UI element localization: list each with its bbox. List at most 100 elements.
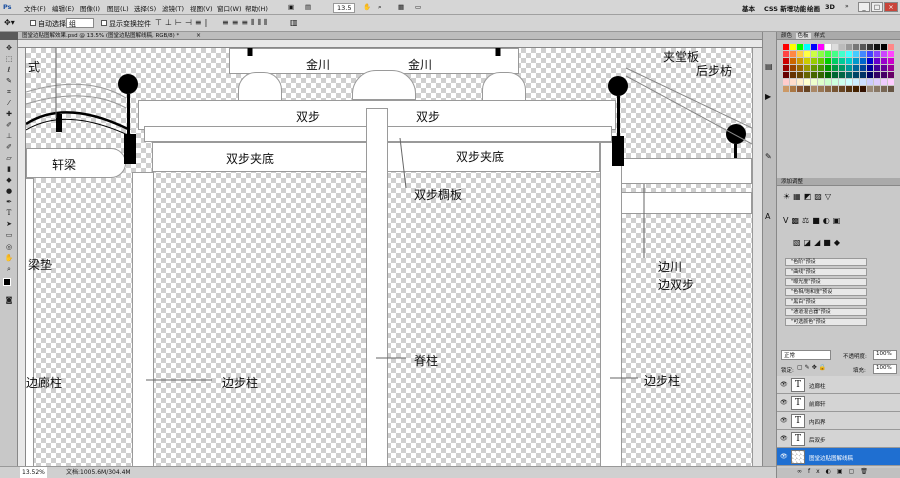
menu-file[interactable]: 文件(F) bbox=[24, 3, 46, 13]
path-select-icon[interactable]: ➤ bbox=[4, 220, 14, 228]
workspace-3d[interactable]: 3D bbox=[825, 3, 835, 11]
swatch[interactable] bbox=[874, 65, 880, 71]
swatch[interactable] bbox=[853, 51, 859, 57]
layer-name[interactable]: 边廊柱 bbox=[809, 382, 826, 390]
swatch[interactable] bbox=[811, 79, 817, 85]
layer-item[interactable]: 👁 T 内四界 bbox=[777, 412, 900, 430]
adjust-row-3-icons[interactable]: ▧◪◢■◆ bbox=[793, 238, 843, 247]
layer-item-selected[interactable]: 👁 图堂边贴图解线稿 bbox=[777, 448, 900, 466]
swatch[interactable] bbox=[825, 79, 831, 85]
swatch[interactable] bbox=[853, 72, 859, 78]
swatch[interactable] bbox=[832, 72, 838, 78]
swatch[interactable] bbox=[846, 44, 852, 50]
swatch[interactable] bbox=[832, 65, 838, 71]
swatch[interactable] bbox=[867, 51, 873, 57]
3d-rotate-icon[interactable]: ◎ bbox=[4, 243, 14, 251]
move-tool-icon[interactable]: ✥▾ bbox=[4, 18, 15, 27]
align-icons[interactable]: ⊤⊥⊢⊣≡| bbox=[155, 18, 210, 27]
character-panel-icon[interactable]: A bbox=[765, 212, 770, 221]
workspace-essentials[interactable]: 基本 bbox=[742, 3, 755, 13]
dodge-tool-icon[interactable]: ● bbox=[4, 187, 14, 195]
swatch[interactable] bbox=[853, 44, 859, 50]
swatch[interactable] bbox=[832, 86, 838, 92]
status-zoom[interactable]: 13.52% bbox=[20, 467, 47, 478]
menu-image[interactable]: 图像(I) bbox=[80, 3, 100, 13]
swatch[interactable] bbox=[818, 72, 824, 78]
pen-tool-icon[interactable]: ✒ bbox=[4, 198, 14, 206]
swatch[interactable] bbox=[888, 58, 894, 64]
document-tab[interactable]: 图堂边贴图解效果.psd @ 13.5% (图堂边贴图解线稿, RGB/8) * bbox=[18, 32, 776, 40]
swatch[interactable] bbox=[783, 72, 789, 78]
swatch[interactable] bbox=[818, 65, 824, 71]
menu-window[interactable]: 窗口(W) bbox=[217, 3, 242, 13]
swatch[interactable] bbox=[811, 72, 817, 78]
swatch[interactable] bbox=[790, 72, 796, 78]
eye-icon[interactable]: 👁 bbox=[780, 417, 788, 424]
swatch[interactable] bbox=[783, 51, 789, 57]
swatch[interactable] bbox=[839, 72, 845, 78]
swatch[interactable] bbox=[888, 65, 894, 71]
swatch[interactable] bbox=[888, 44, 894, 50]
swatch[interactable] bbox=[881, 86, 887, 92]
swatch[interactable] bbox=[881, 79, 887, 85]
swatch[interactable] bbox=[867, 65, 873, 71]
swatch[interactable] bbox=[804, 58, 810, 64]
swatch[interactable] bbox=[839, 58, 845, 64]
swatch[interactable] bbox=[867, 44, 873, 50]
swatch[interactable] bbox=[839, 51, 845, 57]
autoselect-checkbox[interactable] bbox=[30, 20, 36, 26]
launch-bridge-icon[interactable]: ▣ bbox=[288, 3, 294, 11]
swatch[interactable] bbox=[811, 65, 817, 71]
layer-item[interactable]: 👁 T 前廊轩 bbox=[777, 394, 900, 412]
layer-name[interactable]: 后双步 bbox=[809, 436, 826, 444]
brush-panel-icon[interactable]: ✎ bbox=[765, 152, 772, 161]
menu-view[interactable]: 视图(V) bbox=[190, 3, 213, 13]
swatch[interactable] bbox=[874, 44, 880, 50]
workspace-css[interactable]: CSS 新增功能 bbox=[764, 3, 806, 13]
swatch[interactable] bbox=[825, 65, 831, 71]
fill-input[interactable]: 100% bbox=[873, 364, 897, 374]
swatch[interactable] bbox=[783, 86, 789, 92]
clone-stamp-icon[interactable]: ⊥ bbox=[4, 132, 14, 140]
swatch[interactable] bbox=[811, 51, 817, 57]
swatch[interactable] bbox=[811, 86, 817, 92]
swatch[interactable] bbox=[811, 44, 817, 50]
menu-layer[interactable]: 图层(L) bbox=[107, 3, 129, 13]
tab-color[interactable]: 颜色 bbox=[781, 33, 792, 39]
swatch[interactable] bbox=[860, 58, 866, 64]
swatch[interactable] bbox=[860, 65, 866, 71]
swatch[interactable] bbox=[874, 86, 880, 92]
preset-exposure[interactable]: "曝光度"预设 bbox=[785, 278, 867, 286]
swatch[interactable] bbox=[783, 58, 789, 64]
swatch[interactable] bbox=[874, 72, 880, 78]
tab-styles[interactable]: 样式 bbox=[814, 33, 825, 39]
mini-bridge-icon[interactable]: ▤ bbox=[305, 3, 311, 11]
swatch[interactable] bbox=[860, 51, 866, 57]
swatch[interactable] bbox=[881, 58, 887, 64]
swatch[interactable] bbox=[846, 86, 852, 92]
lock-icons[interactable]: ▢✎✥🔒 bbox=[797, 364, 828, 371]
eye-icon[interactable]: 👁 bbox=[780, 453, 788, 460]
adjust-row-2-icons[interactable]: V▩⚖■◐▣ bbox=[783, 216, 843, 225]
swatch[interactable] bbox=[839, 79, 845, 85]
swatch[interactable] bbox=[783, 65, 789, 71]
quick-mask-icon[interactable]: ◙ bbox=[4, 296, 14, 304]
swatch[interactable] bbox=[853, 65, 859, 71]
swatch[interactable] bbox=[797, 79, 803, 85]
swatch[interactable] bbox=[825, 72, 831, 78]
layer-item[interactable]: 👁 T 边廊柱 bbox=[777, 376, 900, 394]
swatch[interactable] bbox=[825, 44, 831, 50]
workspace-painting[interactable]: 绘画 bbox=[807, 3, 820, 13]
swatch[interactable] bbox=[790, 58, 796, 64]
swatch[interactable] bbox=[804, 65, 810, 71]
swatch[interactable] bbox=[825, 86, 831, 92]
swatch[interactable] bbox=[888, 51, 894, 57]
layer-name[interactable]: 前廊轩 bbox=[809, 400, 826, 408]
zoom-tool-icon[interactable]: ⌕ bbox=[4, 265, 14, 273]
swatch[interactable] bbox=[846, 51, 852, 57]
swatch[interactable] bbox=[797, 51, 803, 57]
preset-bw[interactable]: "黑白"预设 bbox=[785, 298, 867, 306]
swatch[interactable] bbox=[811, 58, 817, 64]
preset-levels[interactable]: "色阶"预设 bbox=[785, 258, 867, 266]
swatch[interactable] bbox=[881, 65, 887, 71]
